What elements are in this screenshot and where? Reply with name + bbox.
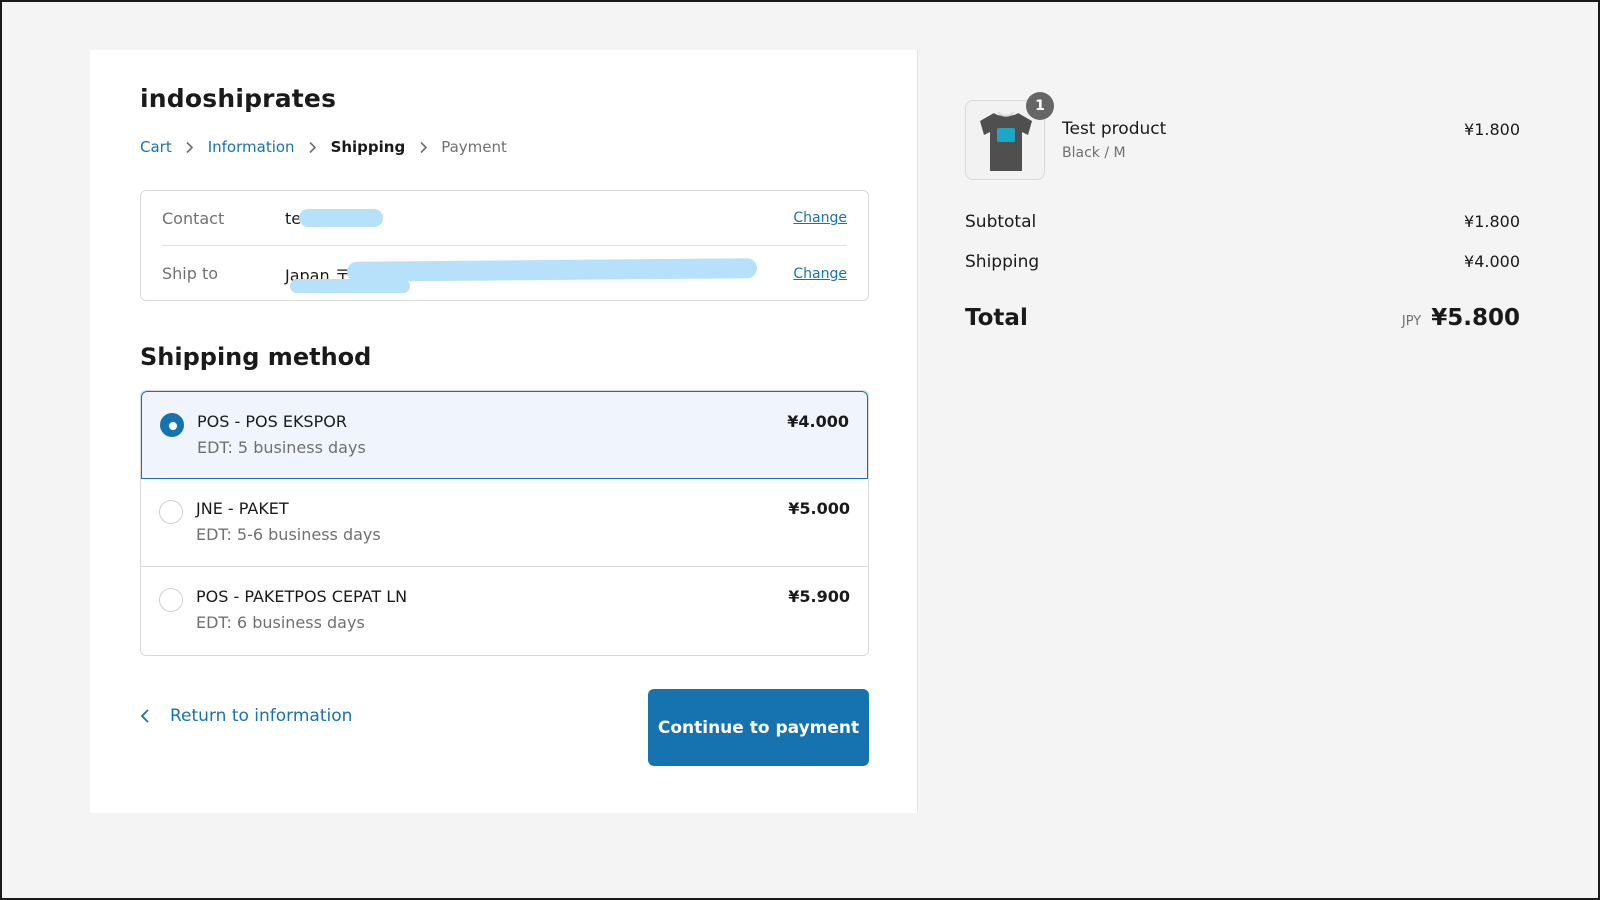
change-contact-link[interactable]: Change xyxy=(793,210,847,226)
shipto-label: Ship to xyxy=(162,264,219,283)
change-shipto-link[interactable]: Change xyxy=(793,266,847,282)
method-edt: EDT: 6 business days xyxy=(196,613,365,632)
shipping-label: Shipping xyxy=(965,252,1040,272)
method-edt: EDT: 5 business days xyxy=(197,438,366,457)
subtotal-amount: ¥1.800 xyxy=(1464,212,1520,231)
shipto-value: Japan 〒 xyxy=(285,257,793,293)
checkout-main-panel: indoshiprates Cart Information Shipping … xyxy=(90,50,917,813)
breadcrumb: Cart Information Shipping Payment xyxy=(140,137,507,157)
method-price: ¥5.000 xyxy=(788,499,850,518)
method-name: POS - POS EKSPOR xyxy=(197,412,347,431)
breadcrumb-shipping: Shipping xyxy=(330,138,406,156)
shipping-option-jne-paket[interactable]: JNE - PAKET EDT: 5-6 business days ¥5.00… xyxy=(141,479,868,567)
chevron-left-icon xyxy=(140,708,170,724)
shipping-row: Shipping ¥4.000 xyxy=(965,252,1520,272)
subtotal-label: Subtotal xyxy=(965,212,1037,232)
review-block: Contact te com Change Ship to Japan 〒 Ch… xyxy=(140,190,869,301)
product-name: Test product xyxy=(1062,119,1167,139)
total-value: JPY ¥5.800 xyxy=(1402,305,1520,331)
contact-value: te com xyxy=(285,208,793,228)
shipping-methods-list: POS - POS EKSPOR EDT: 5 business days ¥4… xyxy=(140,390,869,656)
shop-name[interactable]: indoshiprates xyxy=(140,84,336,113)
breadcrumb-information[interactable]: Information xyxy=(208,138,295,156)
total-row: Total JPY ¥5.800 xyxy=(965,305,1520,331)
method-price: ¥5.900 xyxy=(788,587,850,606)
breadcrumb-cart[interactable]: Cart xyxy=(140,138,172,156)
return-label: Return to information xyxy=(170,706,353,726)
quantity-badge: 1 xyxy=(1026,92,1054,120)
chevron-right-icon xyxy=(405,141,441,154)
product-price: ¥1.800 xyxy=(1464,120,1520,139)
method-price: ¥4.000 xyxy=(787,412,849,431)
product-variant: Black / M xyxy=(1062,145,1126,161)
return-to-information-link[interactable]: Return to information xyxy=(140,704,352,728)
breadcrumb-payment: Payment xyxy=(441,138,507,156)
panel-divider xyxy=(917,50,918,813)
shipping-amount: ¥4.000 xyxy=(1464,252,1520,271)
chevron-right-icon xyxy=(172,141,208,154)
shipping-method-title: Shipping method xyxy=(140,343,372,371)
total-amount: ¥5.800 xyxy=(1431,305,1520,331)
radio-unselected[interactable] xyxy=(159,500,183,524)
method-edt: EDT: 5-6 business days xyxy=(196,525,381,544)
subtotal-row: Subtotal ¥1.800 xyxy=(965,212,1520,232)
review-shipto-row: Ship to Japan 〒 Change xyxy=(162,246,847,301)
radio-unselected[interactable] xyxy=(159,588,183,612)
contact-value-text: te com xyxy=(285,208,341,228)
method-name: POS - PAKETPOS CEPAT LN xyxy=(196,587,408,606)
shipping-option-pos-ekspor[interactable]: POS - POS EKSPOR EDT: 5 business days ¥4… xyxy=(141,391,868,479)
continue-to-payment-button[interactable]: Continue to payment xyxy=(648,689,869,766)
shipto-value-text: Japan 〒 xyxy=(285,265,351,285)
total-label: Total xyxy=(965,305,1028,331)
radio-selected[interactable] xyxy=(160,413,184,437)
shipping-option-paketpos-cepat[interactable]: POS - PAKETPOS CEPAT LN EDT: 6 business … xyxy=(141,567,868,655)
chevron-right-icon xyxy=(295,141,331,154)
total-currency: JPY xyxy=(1401,314,1422,329)
method-name: JNE - PAKET xyxy=(196,499,289,518)
contact-label: Contact xyxy=(162,208,225,228)
review-contact-row: Contact te com Change xyxy=(162,191,847,246)
redaction-mark xyxy=(346,257,758,282)
